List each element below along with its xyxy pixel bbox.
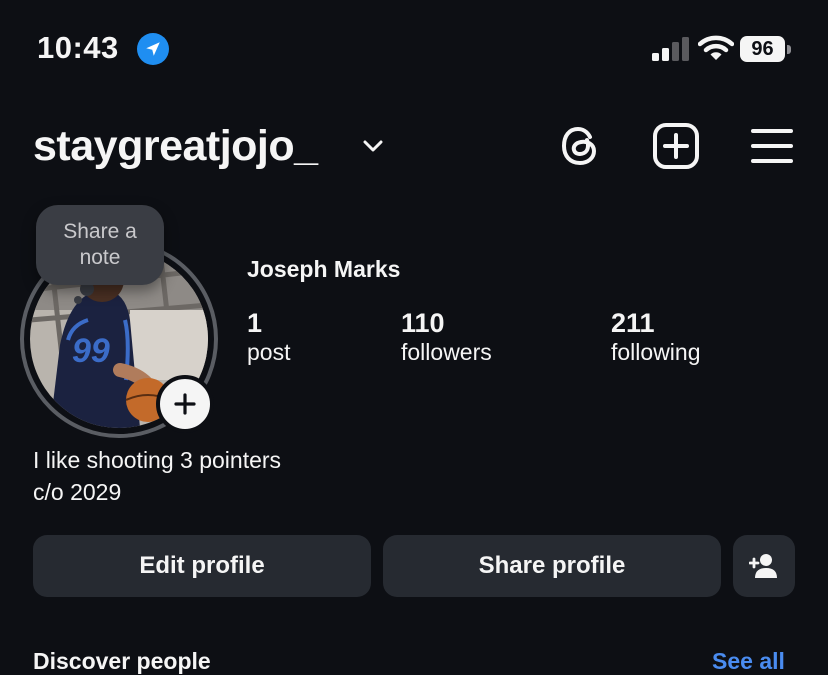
account-username[interactable]: staygreatjojo_ (33, 122, 318, 171)
note-line-1: Share a (63, 220, 137, 243)
see-all-link[interactable]: See all (712, 648, 785, 675)
discover-people-heading: Discover people (33, 648, 211, 674)
stat-following-value: 211 (611, 308, 655, 338)
stat-posts-value: 1 (247, 308, 263, 338)
add-person-icon (749, 554, 777, 578)
stat-followers[interactable]: 110 followers (401, 308, 492, 366)
stat-posts-label: post (247, 339, 291, 365)
chevron-down-icon[interactable] (360, 136, 386, 156)
stat-followers-value: 110 (401, 308, 445, 338)
stat-followers-label: followers (401, 339, 492, 365)
bio-line-2: c/o 2029 (33, 479, 122, 505)
stat-posts[interactable]: 1 post (247, 308, 290, 366)
profile-full-name: Joseph Marks (247, 256, 401, 282)
cellular-signal-icon (652, 37, 690, 61)
edit-profile-button[interactable]: Edit profile (33, 535, 371, 597)
plus-icon (174, 393, 196, 415)
add-story-button[interactable] (156, 375, 214, 433)
share-note-bubble[interactable]: Share a note (36, 205, 164, 285)
stat-following-label: following (611, 339, 701, 365)
menu-icon[interactable] (750, 126, 794, 166)
wifi-icon (697, 35, 735, 61)
stat-following[interactable]: 211 following (611, 308, 701, 366)
battery-level: 96 (740, 36, 785, 62)
add-person-button[interactable] (733, 535, 795, 597)
note-line-2: note (79, 246, 121, 269)
jersey-number: 99 (72, 332, 110, 370)
share-profile-button[interactable]: Share profile (383, 535, 721, 597)
location-arrow-icon (137, 33, 169, 65)
threads-icon[interactable] (556, 122, 604, 170)
battery-icon: 96 (740, 36, 792, 64)
bio-line-1: I like shooting 3 pointers (33, 447, 282, 473)
status-time: 10:43 (37, 30, 119, 65)
create-post-icon[interactable] (652, 122, 700, 170)
